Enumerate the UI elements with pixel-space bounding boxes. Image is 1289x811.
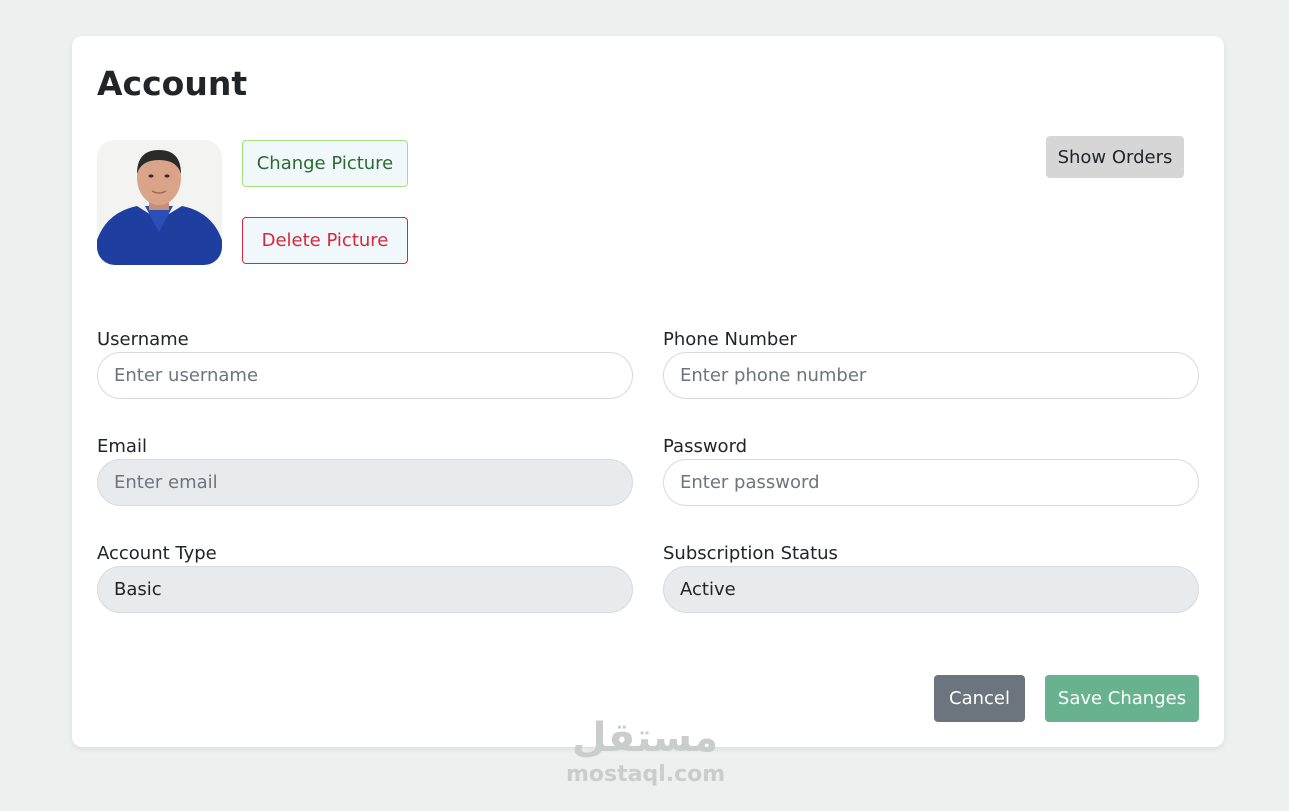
email-input[interactable]: Enter email (97, 459, 633, 506)
watermark: مستقل mostaql.com (566, 714, 726, 796)
username-label: Username (97, 329, 189, 350)
username-placeholder: Enter username (114, 365, 259, 386)
subscription-status-label: Subscription Status (663, 543, 838, 564)
account-type-label: Account Type (97, 543, 217, 564)
change-picture-button[interactable]: Change Picture (242, 140, 408, 187)
avatar (97, 140, 222, 265)
page-title: Account (97, 64, 248, 103)
phone-placeholder: Enter phone number (680, 365, 867, 386)
username-input[interactable]: Enter username (97, 352, 633, 399)
account-type-value: Basic (114, 579, 162, 600)
profile-photo (97, 140, 222, 265)
delete-picture-button[interactable]: Delete Picture (242, 217, 408, 264)
email-placeholder: Enter email (114, 472, 218, 493)
subscription-status-input: Active (663, 566, 1199, 613)
save-changes-button[interactable]: Save Changes (1045, 675, 1199, 722)
watermark-latin: mostaql.com (566, 762, 726, 787)
cancel-button[interactable]: Cancel (934, 675, 1025, 722)
password-field: Password Enter password (663, 435, 1199, 506)
email-label: Email (97, 436, 147, 457)
password-placeholder: Enter password (680, 472, 820, 493)
show-orders-button[interactable]: Show Orders (1046, 136, 1184, 178)
account-type-input: Basic (97, 566, 633, 613)
subscription-status-value: Active (680, 579, 736, 600)
phone-label: Phone Number (663, 329, 797, 350)
subscription-status-field: Subscription Status Active (663, 542, 1199, 613)
account-card: Account Change Picture Delete Picture Sh… (72, 36, 1224, 747)
password-label: Password (663, 436, 748, 457)
watermark-arabic: مستقل (571, 715, 719, 761)
phone-input[interactable]: Enter phone number (663, 352, 1199, 399)
password-input[interactable]: Enter password (663, 459, 1199, 506)
email-field: Email Enter email (97, 435, 633, 506)
phone-field: Phone Number Enter phone number (663, 328, 1199, 399)
username-field: Username Enter username (97, 328, 633, 399)
account-type-field: Account Type Basic (97, 542, 633, 613)
